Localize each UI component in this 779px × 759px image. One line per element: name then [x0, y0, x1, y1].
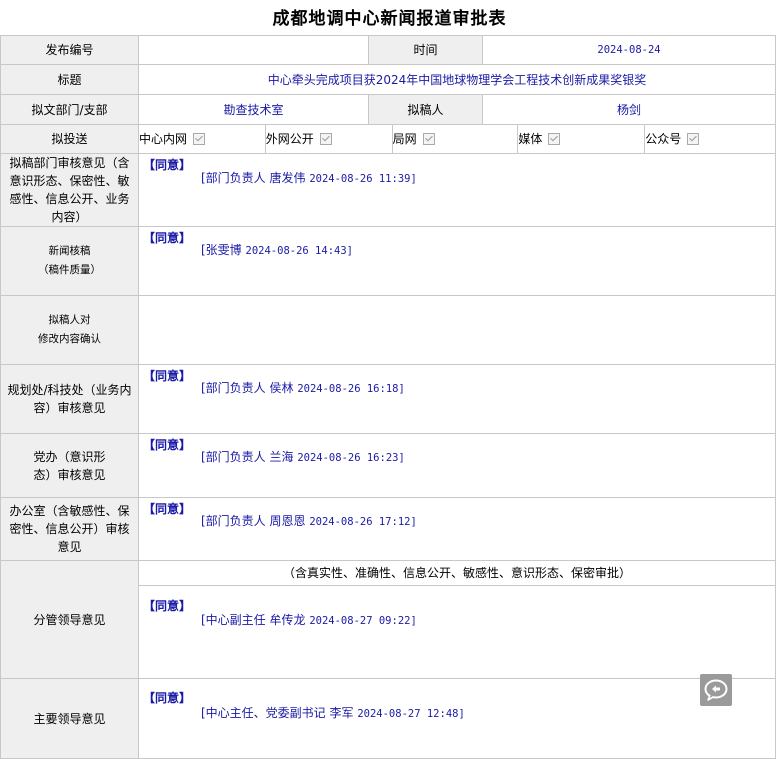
agree-tag: 【同意】 [143, 438, 192, 452]
author-value: 杨剑 [482, 94, 776, 125]
agree-tag: 【同意】 [143, 502, 192, 516]
agree-tag: 【同意】 [143, 599, 192, 613]
send-option-wechat[interactable]: 公众号 [645, 126, 774, 153]
checkbox-icon[interactable] [193, 132, 206, 145]
news-check-opinion: 【同意】 [张雯博 2024-08-26 14:43] [138, 226, 776, 296]
send-option-bureau[interactable]: 局网 [393, 125, 519, 153]
deputy-leader-opinion: （含真实性、准确性、信息公开、敏感性、意识形态、保密审批） 【同意】 [中心副主… [138, 560, 776, 679]
send-options: 中心内网 外网公开 局网 媒体 公众号 [138, 124, 776, 154]
form-title: 成都地调中心新闻报道审批表 [272, 9, 507, 29]
agree-tag: 【同意】 [143, 158, 192, 172]
dept-label: 拟文部门/支部 [0, 94, 139, 125]
signature: [部门负责人 周恩恩 2024-08-26 17:12] [201, 514, 417, 528]
publish-no-label: 发布编号 [0, 35, 139, 65]
agree-tag: 【同意】 [143, 231, 192, 245]
publish-no-value [138, 35, 369, 65]
chat-bubble-icon-glyph [704, 679, 728, 701]
news-check-label: 新闻核稿 （稿件质量） [0, 226, 139, 296]
send-option-public[interactable]: 外网公开 [266, 125, 393, 153]
checkbox-icon[interactable] [687, 132, 700, 145]
party-review-opinion: 【同意】 [部门负责人 兰海 2024-08-26 16:23] [138, 433, 776, 498]
signature: [部门负责人 兰海 2024-08-26 16:23] [201, 450, 405, 464]
signature: [中心主任、党委副书记 李军 2024-08-27 12:48] [201, 706, 465, 720]
review-scope-note: （含真实性、准确性、信息公开、敏感性、意识形态、保密审批） [139, 562, 775, 586]
time-label: 时间 [368, 35, 483, 65]
agree-tag: 【同意】 [143, 691, 192, 705]
author-confirm-label: 拟稿人对 修改内容确认 [0, 295, 139, 365]
checkbox-icon[interactable] [548, 132, 561, 145]
chat-bubble-icon[interactable] [700, 674, 732, 706]
main-leader-opinion: 【同意】 [中心主任、党委副书记 李军 2024-08-27 12:48] [138, 678, 776, 759]
author-label: 拟稿人 [368, 94, 483, 125]
office-review-opinion: 【同意】 [部门负责人 周恩恩 2024-08-26 17:12] [138, 497, 776, 561]
signature: [中心副主任 牟传龙 2024-08-27 09:22] [201, 613, 417, 627]
subject-value: 中心牵头完成项目获2024年中国地球物理学会工程技术创新成果奖银奖 [138, 64, 776, 95]
party-review-label: 党办（意识形态）审核意见 [0, 433, 139, 498]
agree-tag: 【同意】 [143, 369, 192, 383]
main-leader-label: 主要领导意见 [0, 678, 139, 759]
planning-review-opinion: 【同意】 [部门负责人 侯林 2024-08-26 16:18] [138, 364, 776, 434]
checkbox-icon[interactable] [422, 132, 435, 145]
planning-review-label: 规划处/科技处（业务内容）审核意见 [0, 364, 139, 434]
subject-label: 标题 [0, 64, 139, 95]
checkbox-icon[interactable] [319, 132, 332, 145]
signature: [部门负责人 唐发伟 2024-08-26 11:39] [201, 171, 417, 185]
send-option-media[interactable]: 媒体 [518, 125, 646, 153]
send-option-intranet[interactable]: 中心内网 [140, 125, 266, 153]
signature: [部门负责人 侯林 2024-08-26 16:18] [201, 381, 405, 395]
dept-value: 勘查技术室 [138, 94, 369, 125]
author-confirm-opinion [138, 295, 776, 365]
time-value: 2024-08-24 [482, 35, 776, 65]
signature: [张雯博 2024-08-26 14:43] [201, 243, 353, 257]
send-label: 拟投送 [0, 124, 139, 154]
deputy-leader-label: 分管领导意见 [0, 560, 139, 679]
review-dept-label: 拟稿部门审核意见（含意识形态、保密性、敏感性、信息公开、业务内容） [0, 153, 139, 227]
approval-form: 发布编号 时间 2024-08-24 标题 中心牵头完成项目获2024年中国地球… [0, 35, 776, 759]
office-review-label: 办公室（含敏感性、保密性、信息公开）审核意见 [0, 497, 139, 561]
review-dept-opinion: 【同意】 [部门负责人 唐发伟 2024-08-26 11:39] [138, 153, 776, 227]
